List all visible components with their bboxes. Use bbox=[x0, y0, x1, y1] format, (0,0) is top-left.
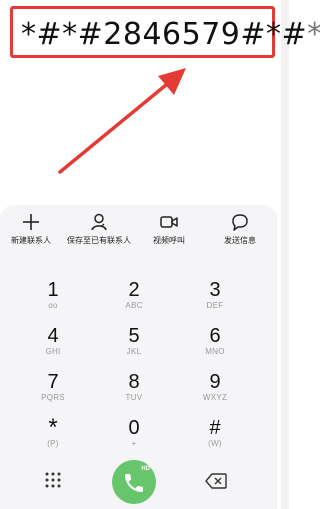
key-2[interactable]: 2 ABC bbox=[109, 279, 159, 319]
backspace-icon[interactable] bbox=[205, 473, 227, 489]
dialed-number[interactable]: *#*#2846579#*#* bbox=[21, 17, 320, 52]
key-digit: 3 bbox=[209, 279, 221, 301]
key-digit: 1 bbox=[47, 279, 59, 301]
key-0[interactable]: 0 + bbox=[109, 417, 159, 457]
phone-icon bbox=[125, 474, 143, 492]
key-digit: 4 bbox=[47, 325, 59, 347]
key-digit: 0 bbox=[128, 417, 140, 439]
key-letters: DEF bbox=[206, 301, 224, 310]
key-letters: GHI bbox=[45, 347, 61, 356]
new-contact-button[interactable]: 新建联系人 bbox=[0, 212, 66, 252]
action-bar: 新建联系人 保存至已有联系人 视频呼叫 发送信息 bbox=[0, 212, 277, 252]
key-digit: 7 bbox=[47, 371, 59, 393]
key-letters: (W) bbox=[208, 439, 222, 448]
highlight-box: *#*#2846579#*#* bbox=[10, 6, 320, 58]
send-message-label: 发送信息 bbox=[224, 236, 256, 245]
key-letters: TUV bbox=[125, 393, 143, 402]
key-digit: 5 bbox=[128, 325, 140, 347]
send-message-button[interactable]: 发送信息 bbox=[205, 212, 275, 252]
key-8[interactable]: 8 TUV bbox=[109, 371, 159, 411]
key-digit: 9 bbox=[209, 371, 221, 393]
call-button[interactable]: HD bbox=[112, 460, 156, 504]
key-letters: MNO bbox=[205, 347, 225, 356]
key-1[interactable]: 1 oo bbox=[28, 279, 78, 319]
key-digit: 2 bbox=[128, 279, 140, 301]
key-4[interactable]: 4 GHI bbox=[28, 325, 78, 365]
key-digit: # bbox=[209, 417, 221, 439]
person-icon bbox=[91, 213, 107, 231]
save-to-existing-contact-label: 保存至已有联系人 bbox=[67, 236, 131, 245]
key-letters: ABC bbox=[125, 301, 143, 310]
dialpad-toggle-icon[interactable] bbox=[43, 470, 63, 490]
plus-icon bbox=[23, 214, 39, 230]
key-letters: JKL bbox=[126, 347, 142, 356]
key-letters: WXYZ bbox=[202, 393, 228, 402]
video-call-label: 视频呼叫 bbox=[153, 236, 185, 245]
dialed-number-typed: *#*#2846579#*# bbox=[21, 17, 308, 52]
video-icon bbox=[160, 216, 178, 228]
key-letters: PQRS bbox=[41, 393, 65, 402]
voicemail-icon: oo bbox=[48, 301, 58, 310]
video-call-button[interactable]: 视频呼叫 bbox=[134, 212, 204, 252]
dialed-number-pending: * bbox=[307, 17, 320, 52]
key-digit: * bbox=[48, 414, 58, 441]
key-9[interactable]: 9 WXYZ bbox=[190, 371, 240, 411]
message-icon bbox=[232, 214, 248, 231]
key-3[interactable]: 3 DEF bbox=[190, 279, 240, 319]
key-letters: (P) bbox=[47, 439, 59, 448]
new-contact-label: 新建联系人 bbox=[11, 236, 51, 245]
key-digit: 8 bbox=[128, 371, 140, 393]
key-6[interactable]: 6 MNO bbox=[190, 325, 240, 365]
key-7[interactable]: 7 PQRS bbox=[28, 371, 78, 411]
key-digit: 6 bbox=[209, 325, 221, 347]
save-to-existing-contact-button[interactable]: 保存至已有联系人 bbox=[64, 212, 134, 252]
key-5[interactable]: 5 JKL bbox=[109, 325, 159, 365]
key-hash[interactable]: # (W) bbox=[190, 417, 240, 457]
key-letters: + bbox=[131, 439, 137, 448]
key-star[interactable]: * (P) bbox=[28, 414, 78, 457]
